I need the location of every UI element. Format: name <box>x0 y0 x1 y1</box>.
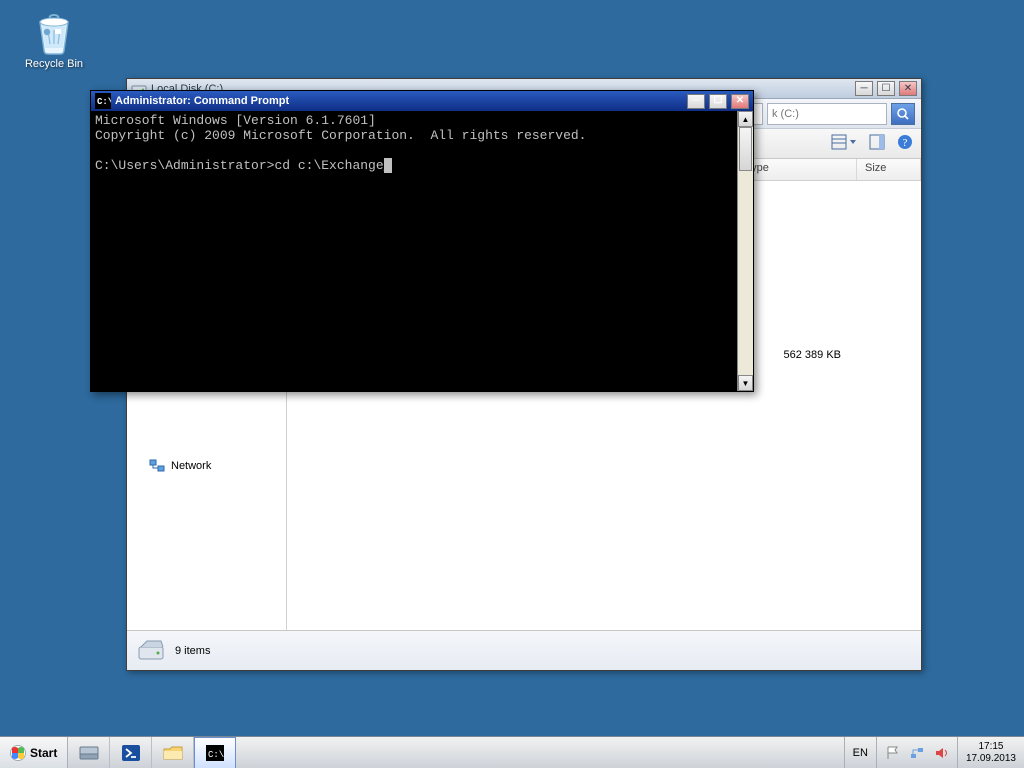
desktop-icon-label: Recycle Bin <box>18 58 90 70</box>
cmd-close-button[interactable]: ✕ <box>731 94 749 109</box>
explorer-close-button[interactable]: ✕ <box>899 81 917 96</box>
start-label: Start <box>30 746 57 760</box>
desktop-icon-recycle-bin[interactable]: Recycle Bin <box>18 8 90 70</box>
cmd-title: Administrator: Command Prompt <box>115 95 289 107</box>
svg-text:C:\: C:\ <box>208 750 224 760</box>
sound-tray-icon[interactable] <box>933 745 949 761</box>
col-type[interactable]: Type <box>737 159 857 180</box>
ql-server-manager[interactable] <box>68 737 110 768</box>
svg-text:?: ? <box>903 137 908 149</box>
explorer-maximize-button[interactable]: ☐ <box>877 81 895 96</box>
status-text: 9 items <box>175 645 210 657</box>
taskbar: Start C:\ EN 17:15 17.09.2013 <box>0 736 1024 768</box>
search-box[interactable]: k (C:) <box>767 103 887 125</box>
toolbar-views-button[interactable] <box>831 134 857 153</box>
tray-icons <box>876 737 957 768</box>
sidebar-item-network[interactable]: Network <box>127 455 286 477</box>
toolbar-help-button[interactable]: ? <box>897 134 913 153</box>
taskbar-quicklaunch: C:\ <box>68 737 236 768</box>
network-icon <box>149 458 165 474</box>
network-tray-icon[interactable] <box>909 745 925 761</box>
cmd-scrollbar[interactable]: ▲ ▼ <box>737 111 753 391</box>
toolbar-preview-button[interactable] <box>869 134 885 153</box>
flag-icon[interactable] <box>885 745 901 761</box>
recycle-bin-icon <box>30 8 78 56</box>
explorer-minimize-button[interactable]: ─ <box>855 81 873 96</box>
cmd-titlebar[interactable]: C:\ Administrator: Command Prompt ─ ☐ ✕ <box>91 91 753 111</box>
cmd-icon: C:\ <box>95 93 111 109</box>
cmd-window: C:\ Administrator: Command Prompt ─ ☐ ✕ … <box>90 90 754 392</box>
ql-explorer[interactable] <box>152 737 194 768</box>
drive-icon <box>137 639 165 663</box>
explorer-statusbar: 9 items <box>127 630 921 670</box>
windows-logo-icon <box>10 745 26 761</box>
cmd-cursor: _ <box>384 158 392 173</box>
search-button[interactable] <box>891 103 915 125</box>
taskbar-clock[interactable]: 17:15 17.09.2013 <box>957 737 1024 768</box>
search-placeholder: k (C:) <box>772 108 799 120</box>
language-indicator[interactable]: EN <box>853 747 868 759</box>
file-size-value: 562 389 KB <box>784 349 842 361</box>
clock-date: 17.09.2013 <box>966 753 1016 765</box>
start-button[interactable]: Start <box>0 737 68 768</box>
svg-text:C:\: C:\ <box>97 97 111 107</box>
scroll-thumb[interactable] <box>739 127 752 171</box>
cmd-maximize-button[interactable]: ☐ <box>709 94 727 109</box>
ql-cmd[interactable]: C:\ <box>194 737 236 768</box>
cmd-output[interactable]: Microsoft Windows [Version 6.1.7601] Cop… <box>91 111 737 391</box>
scroll-up-button[interactable]: ▲ <box>738 111 753 127</box>
col-size[interactable]: Size <box>857 159 921 180</box>
scroll-down-button[interactable]: ▼ <box>738 375 753 391</box>
sidebar-item-label: Network <box>171 460 211 472</box>
system-tray: EN <box>844 737 876 768</box>
cmd-minimize-button[interactable]: ─ <box>687 94 705 109</box>
ql-powershell[interactable] <box>110 737 152 768</box>
clock-time: 17:15 <box>978 741 1003 753</box>
